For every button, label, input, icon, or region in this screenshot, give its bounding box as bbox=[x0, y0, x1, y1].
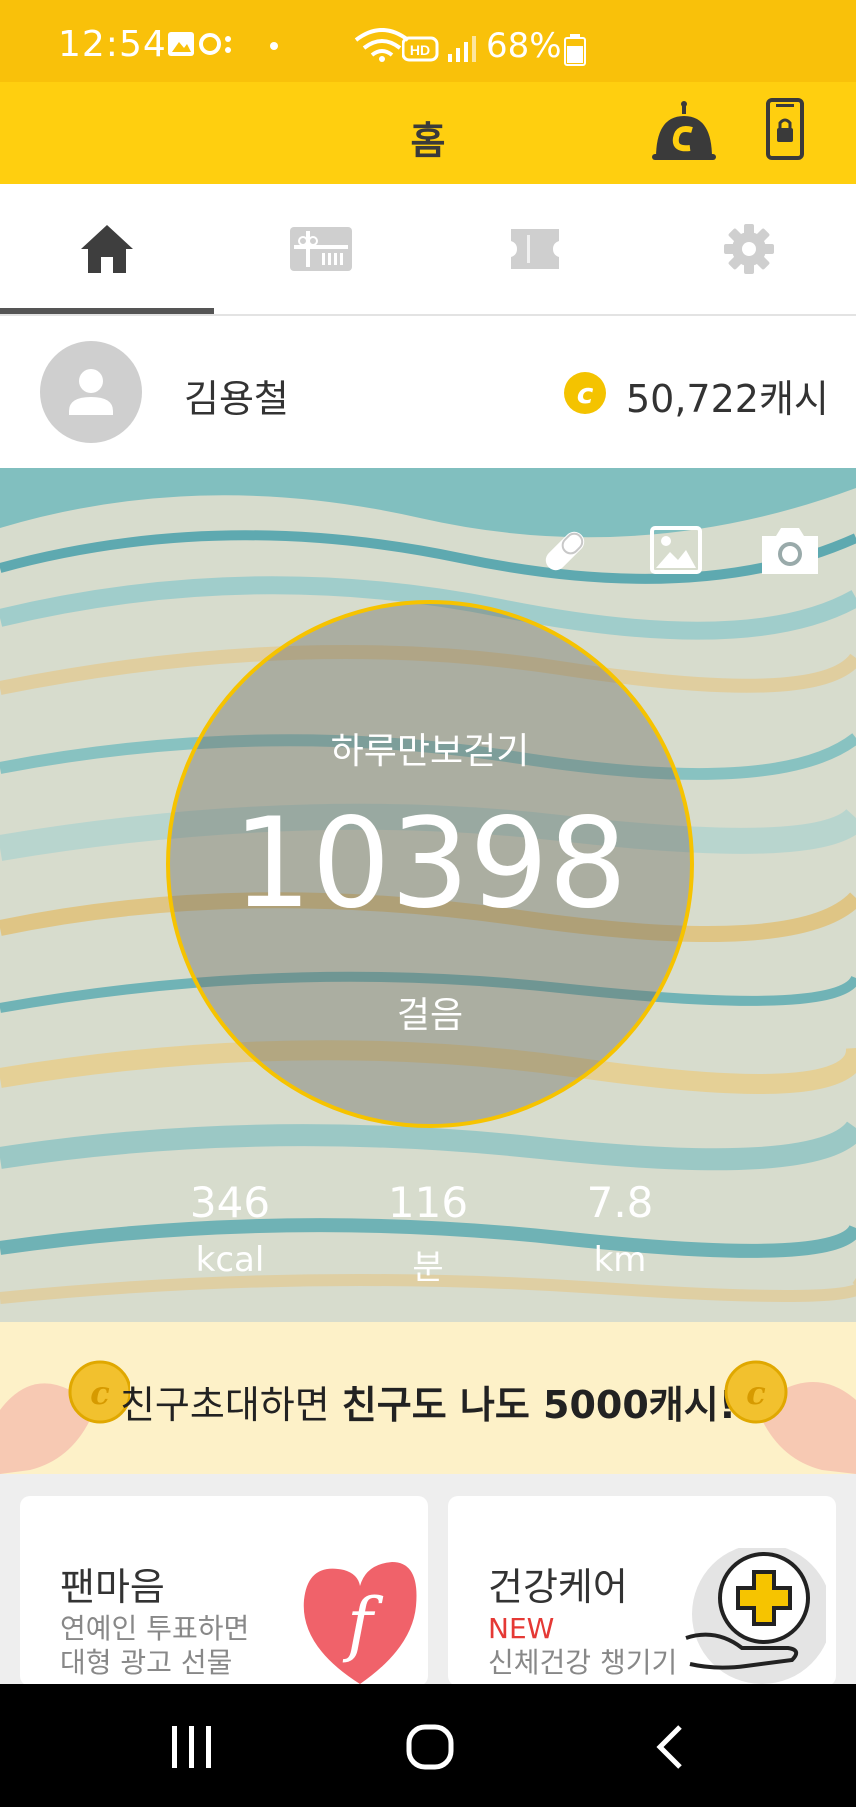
health-care-card[interactable]: 건강케어 NEW 신체건강 챙기기 bbox=[448, 1496, 836, 1686]
status-bar: 12:54 HD 68% bbox=[0, 0, 856, 82]
minutes-value: 116 bbox=[387, 1178, 469, 1227]
hand-coin-right-icon: c bbox=[724, 1360, 856, 1474]
tab-gift-shop[interactable] bbox=[214, 184, 428, 314]
profile-row: 김용철 c 50,722캐시 bbox=[0, 316, 856, 468]
walk-title: 하루만보걷기 bbox=[330, 731, 530, 772]
ticket-icon bbox=[511, 229, 559, 269]
health-card-line1: 신체건강 챙기기 bbox=[488, 1646, 678, 1679]
camera-icon[interactable] bbox=[758, 526, 822, 576]
gallery-icon[interactable] bbox=[650, 526, 702, 574]
banner-coin-right-symbol: c bbox=[746, 1374, 765, 1412]
heart-f-icon: f bbox=[303, 1562, 417, 1684]
step-unit: 걸음 bbox=[396, 995, 464, 1036]
fan-card-title: 팬마음 bbox=[60, 1565, 165, 1609]
svg-text:HD: HD bbox=[410, 42, 430, 58]
system-nav-bar bbox=[0, 1684, 856, 1807]
main-tabs bbox=[0, 184, 856, 316]
new-badge: NEW bbox=[488, 1612, 555, 1645]
lock-screen-icon[interactable] bbox=[766, 98, 804, 160]
app-header: 홈 bbox=[0, 82, 856, 184]
calories-value: 346 bbox=[189, 1178, 271, 1227]
gear-icon bbox=[724, 224, 774, 274]
recent-apps-icon[interactable] bbox=[170, 1726, 214, 1768]
status-time: 12:54 bbox=[58, 24, 167, 65]
coin-symbol: c bbox=[576, 376, 594, 410]
page-title: 홈 bbox=[410, 119, 446, 163]
distance-unit: km bbox=[593, 1240, 647, 1280]
cash-balance[interactable]: 50,722캐시 bbox=[626, 368, 829, 423]
distance-value: 7.8 bbox=[586, 1178, 654, 1227]
invite-text-bold: 친구도 나도 5000캐시! bbox=[341, 1383, 737, 1427]
invite-banner[interactable]: c 친구초대하면 친구도 나도 5000캐시! c bbox=[0, 1322, 856, 1474]
home-nav-icon[interactable] bbox=[406, 1724, 454, 1770]
hd-signal-icon: HD bbox=[402, 36, 476, 62]
minutes-unit: 분 bbox=[412, 1248, 444, 1288]
tab-home[interactable] bbox=[0, 184, 214, 314]
notification-icons bbox=[168, 32, 278, 56]
step-counter-panel: 하루만보걷기 10398 걸음 346 kcal 116 분 7.8 km bbox=[0, 468, 856, 1322]
pill-icon[interactable] bbox=[538, 524, 592, 578]
battery-percent: 68% bbox=[486, 26, 562, 66]
step-count: 10398 bbox=[232, 792, 628, 936]
health-card-title: 건강케어 bbox=[488, 1565, 628, 1609]
active-tab-indicator bbox=[0, 308, 214, 314]
gift-card-icon bbox=[290, 227, 352, 271]
calories-unit: kcal bbox=[195, 1240, 265, 1280]
fan-card-line2: 대형 광고 선물 bbox=[60, 1646, 233, 1679]
back-icon[interactable] bbox=[654, 1724, 684, 1770]
avatar[interactable] bbox=[40, 341, 142, 443]
battery-icon bbox=[564, 34, 586, 66]
coin-icon: c bbox=[564, 372, 606, 414]
user-name: 김용철 bbox=[184, 377, 289, 421]
tab-settings[interactable] bbox=[642, 184, 856, 314]
invite-text-regular: 친구초대하면 bbox=[119, 1383, 342, 1427]
fan-card-line1: 연예인 투표하면 bbox=[60, 1612, 250, 1645]
home-icon bbox=[81, 225, 133, 273]
health-cross-hand-icon bbox=[685, 1548, 826, 1684]
cash-mascot-button[interactable] bbox=[652, 100, 716, 164]
fan-heart-card[interactable]: 팬마음 연예인 투표하면 대형 광고 선물 f bbox=[20, 1496, 428, 1686]
tab-coupon[interactable] bbox=[428, 184, 642, 314]
person-icon bbox=[69, 369, 113, 415]
